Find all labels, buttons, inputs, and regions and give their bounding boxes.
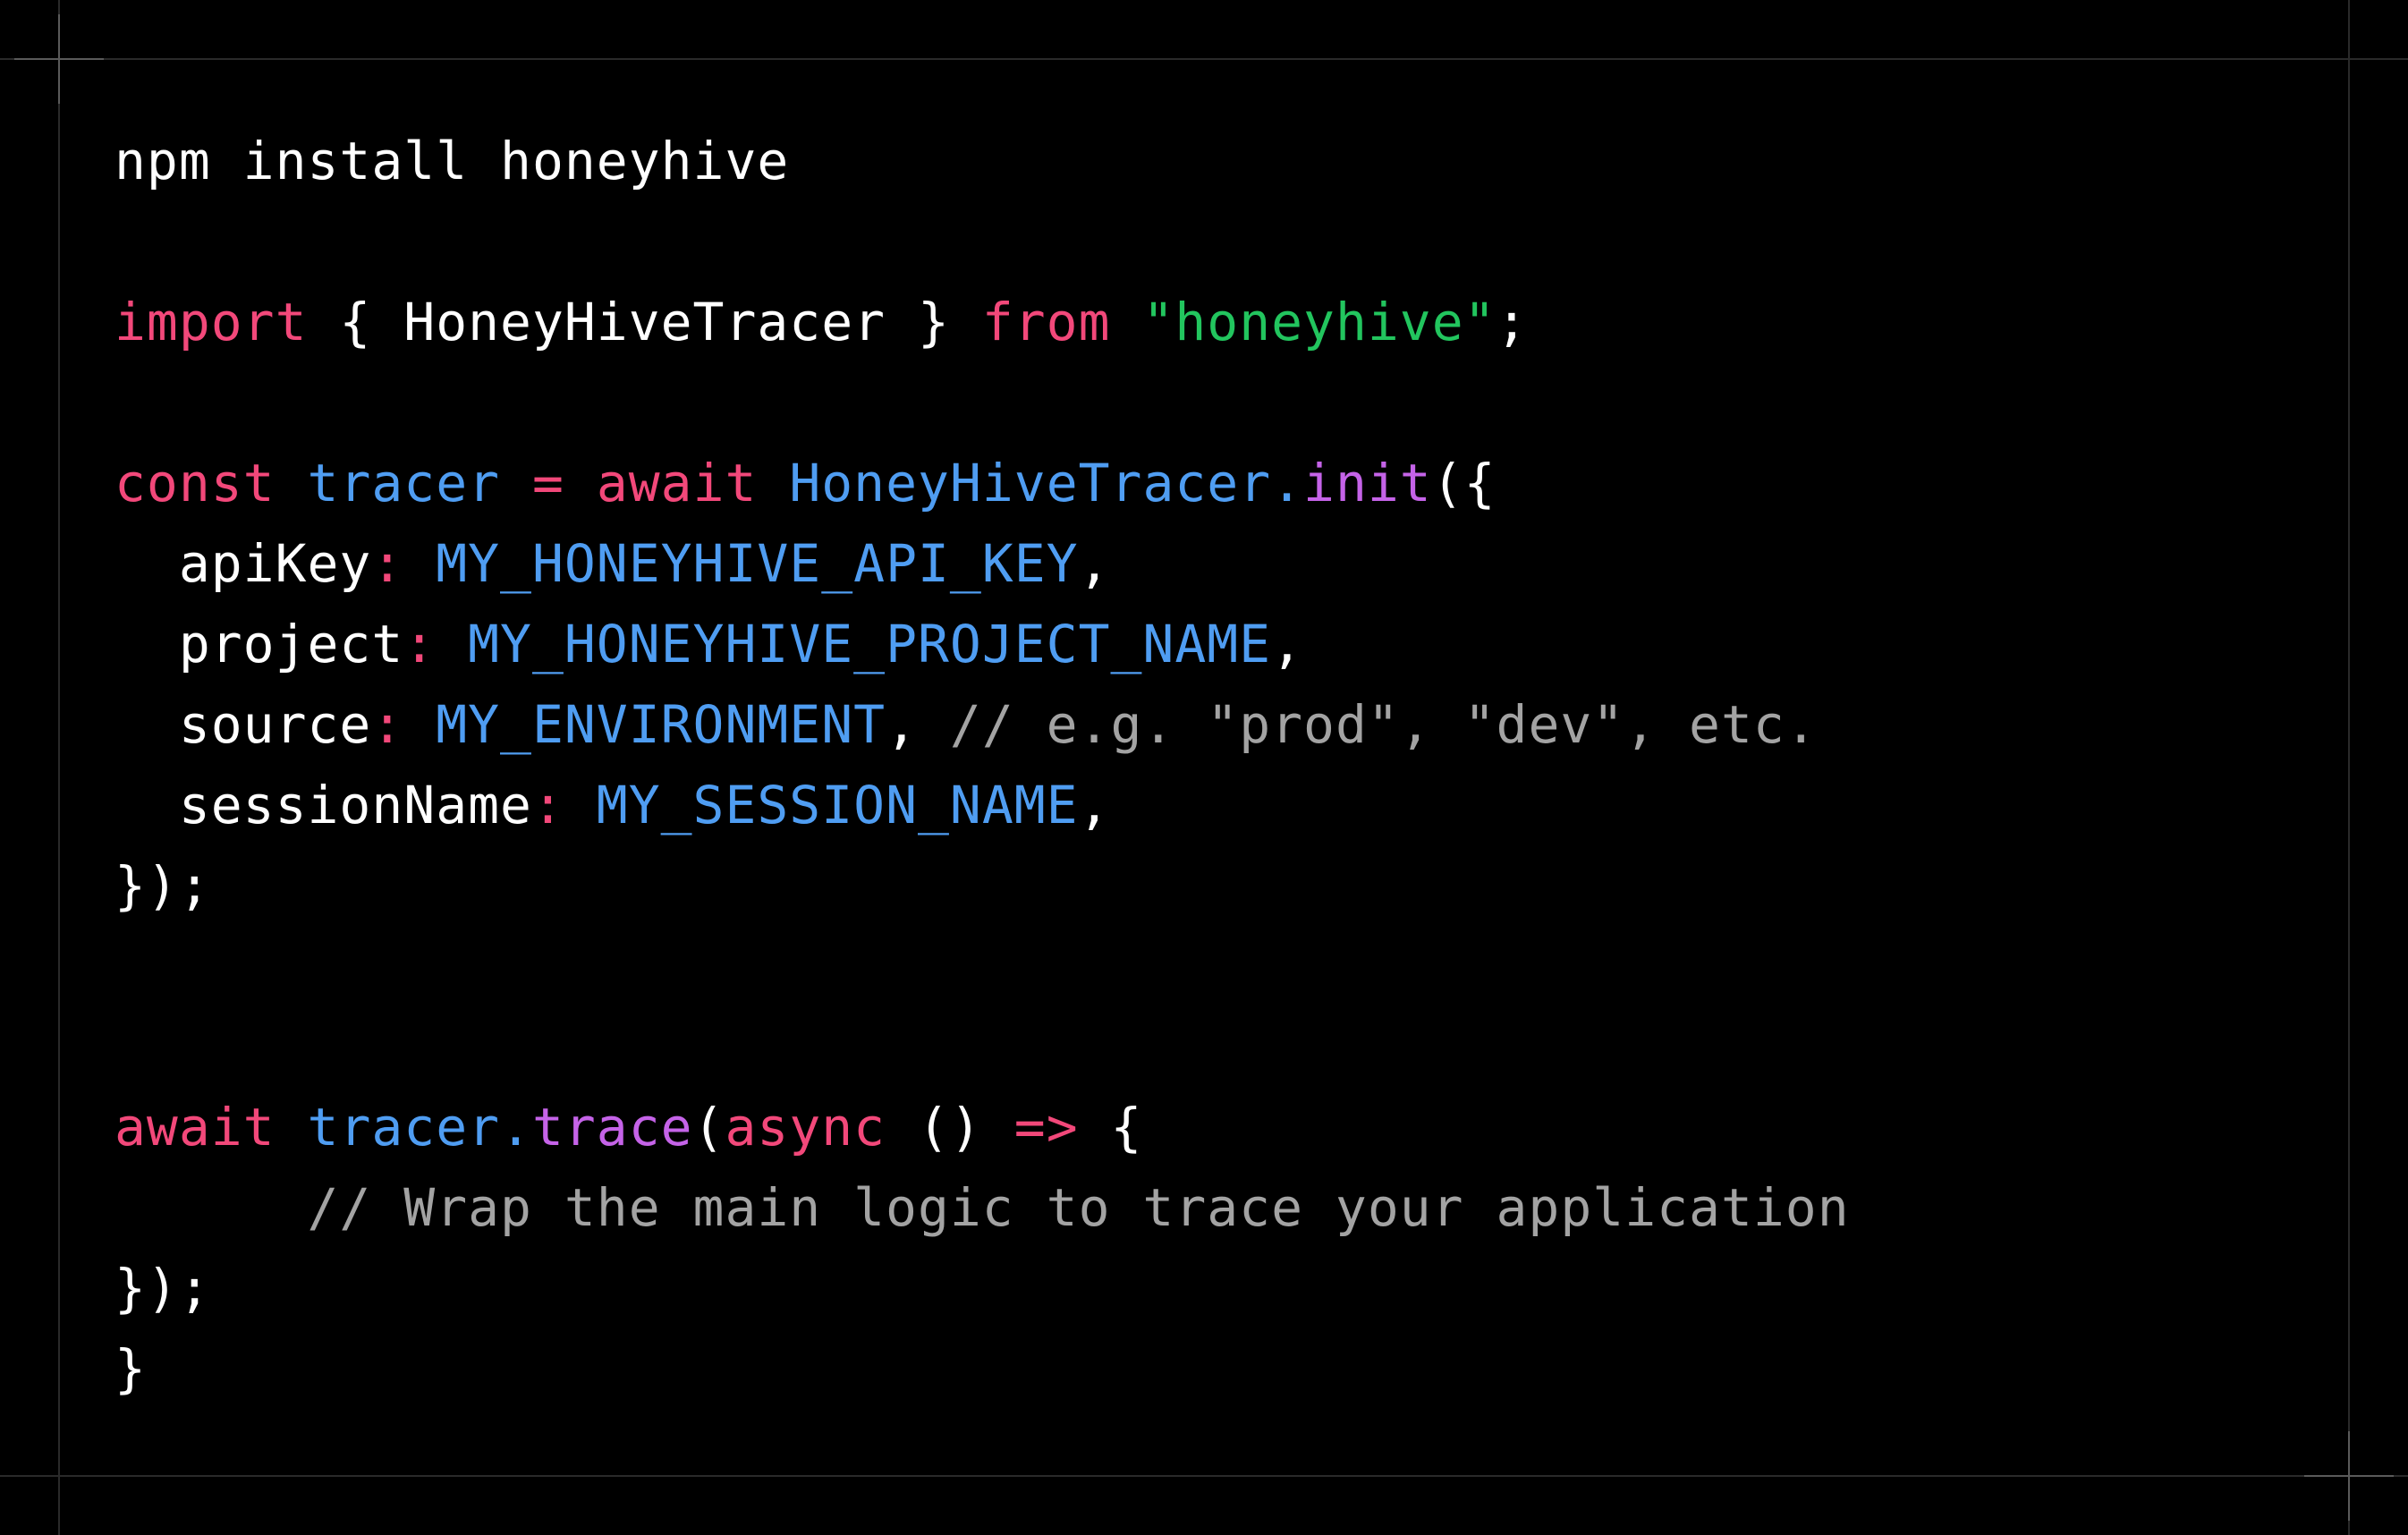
code-token-plain: source [114,694,372,755]
code-token-keyword: async [725,1097,886,1158]
code-token-identifier: tracer [307,453,501,513]
code-token-keyword: await [596,453,758,513]
code-line: sessionName: MY_SESSION_NAME, [114,769,1111,841]
code-token-keyword: : [531,775,564,835]
code-token-plain: ({ [1431,453,1497,513]
code-token-plain: project [114,614,404,674]
code-token-keyword: const [114,453,276,513]
code-token-identifier: MY_ENVIRONMENT [436,694,886,755]
code-token-identifier: MY_SESSION_NAME [596,775,1079,835]
code-line: } [114,1333,147,1404]
code-token-plain: ( [692,1097,725,1158]
code-line: const tracer = await HoneyHiveTracer.ini… [114,447,1497,519]
code-token-plain: { [1078,1097,1143,1158]
code-token-keyword: : [371,533,404,594]
code-token-string: "honeyhive" [1142,292,1497,352]
code-line: apiKey: MY_HONEYHIVE_API_KEY, [114,528,1111,599]
code-token-method: trace [531,1097,693,1158]
code-line: project: MY_HONEYHIVE_PROJECT_NAME, [114,608,1303,680]
code-token-plain: { HoneyHiveTracer } [307,292,982,352]
code-token-plain: , [1078,533,1111,594]
frame-bottom-line [0,1475,2408,1477]
code-token-keyword: = [531,453,564,513]
code-token-keyword: await [114,1097,276,1158]
code-token-comment: // Wrap the main logic to trace your app… [114,1177,1850,1238]
code-token-comment: // e.g. "prod", "dev", etc. [949,694,1818,755]
code-token-identifier: tracer. [307,1097,532,1158]
code-token-identifier: MY_HONEYHIVE_API_KEY [436,533,1079,594]
code-line: // Wrap the main logic to trace your app… [114,1172,1850,1243]
code-line: }); [114,1252,211,1324]
code-token-keyword: : [371,694,404,755]
code-token-plain: }); [114,855,211,916]
code-token-identifier: HoneyHiveTracer. [789,453,1304,513]
code-token-keyword: : [403,614,437,674]
frame-top-line [0,58,2408,60]
crosshair-bottom-right-icon [2304,1431,2394,1521]
code-token-keyword: from [981,292,1111,352]
code-token-plain: , [886,694,950,755]
code-token-keyword: import [114,292,308,352]
code-token-plain: , [1078,775,1111,835]
frame-right-line [2348,0,2350,1535]
code-line: source: MY_ENVIRONMENT, // e.g. "prod", … [114,689,1818,760]
code-token-plain: apiKey [114,533,372,594]
code-token-plain: () [886,1097,1014,1158]
code-token-plain: npm install honeyhive [114,131,790,191]
code-token-plain: , [1271,614,1304,674]
frame-left-line [58,0,60,1535]
code-line: await tracer.trace(async () => { [114,1091,1142,1163]
code-token-plain: }); [114,1258,211,1319]
code-token-keyword: => [1013,1097,1079,1158]
code-token-plain: sessionName [114,775,532,835]
code-token-plain: ; [1496,292,1529,352]
code-line: }); [114,850,211,921]
crosshair-top-left-icon [14,14,104,104]
code-line: npm install honeyhive [114,125,789,197]
code-token-identifier: MY_HONEYHIVE_PROJECT_NAME [468,614,1272,674]
code-token-method: init [1303,453,1432,513]
code-line: import { HoneyHiveTracer } from "honeyhi… [114,286,1528,358]
code-token-plain: } [114,1338,147,1399]
